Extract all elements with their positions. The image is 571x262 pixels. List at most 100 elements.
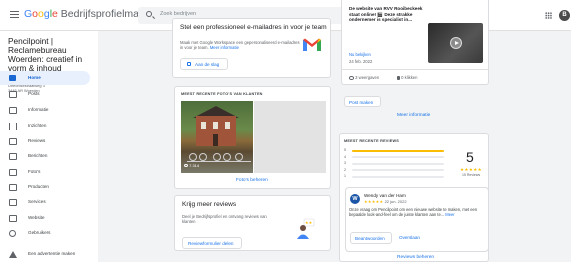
promo-more-link[interactable]: Meer informatie [210,45,239,50]
rating-bar-fill [352,149,444,152]
sidebar-item-label: Foto's [28,169,41,174]
play-icon[interactable] [450,37,462,49]
sidebar-item-label: Producten [28,184,49,189]
photo-detail [225,122,230,129]
rating-bar-track [352,156,444,158]
share-review-form-label: Reviewformulier delen [188,241,234,246]
search-icon [146,11,152,17]
review-body: Onze vraag om Pencilpoint om een nieuwe … [349,207,478,218]
promo-text: Maak met Google Workspace een gepersonal… [180,40,302,51]
photo-detail [189,153,197,161]
create-post-button[interactable]: Post maken [344,96,381,107]
post-views: 3 weergaven [349,75,379,80]
sidebar-item-users[interactable]: Gebruikers [0,226,90,240]
reply-button[interactable]: Beantwoorden [350,232,392,244]
reviewer-avatar: W [350,194,360,204]
search-placeholder: Zoek bedrijven [160,11,197,17]
get-reviews-text: Deel je Bedrijfsprofiel en ontvang revie… [182,214,267,225]
sidebar-item-info[interactable]: Informatie [0,103,90,117]
sidebar-item-ads[interactable]: Een advertentie maken [0,247,90,261]
eye-icon [349,76,354,80]
recent-reviews-title: Meest recente reviews [344,139,400,143]
photos-title: Meest recente foto's van klanten [181,92,263,96]
open-external-icon [187,62,191,66]
account-avatar[interactable]: B [559,10,570,21]
svg-text:★★: ★★ [305,220,313,225]
logo-letter: G [24,8,33,20]
review-meta: ★★★★★ 22 jun. 2022 [364,199,407,204]
click-icon [397,75,400,80]
business-name: Pencilpoint | Reclamebureau Woerden: cre… [8,36,83,73]
messages-icon [9,152,17,160]
apps-grid-icon[interactable] [545,12,552,19]
posts-icon [9,90,17,98]
sidebar-item-home[interactable]: Home [0,71,90,85]
photo-detail [213,134,218,146]
sidebar-item-website[interactable]: Website [0,211,90,225]
promo-heading: Stel een professioneel e-mailadres in vo… [180,24,327,31]
get-started-button[interactable]: Aan de slag [180,58,228,70]
insights-icon [9,122,17,130]
gmail-icon [303,38,321,51]
sidebar-item-label: Posts [28,91,40,96]
sidebar-item-posts[interactable]: Posts [0,87,90,101]
photo-detail [213,122,218,129]
share-review-form-button[interactable]: Reviewformulier delen [182,237,242,249]
sidebar-item-label: Home [28,75,41,80]
clicks-value: 0 klikken [401,75,418,80]
sidebar-item-photos[interactable]: Foto's [0,165,90,179]
rating-bar-row: 2 [344,168,444,173]
photo-detail [201,122,206,129]
photo-detail [223,153,231,161]
users-icon [9,229,16,237]
review-count: 15 Reviews [462,173,481,177]
rating-bar-track [352,169,444,171]
reviewer-name: Wendy van der Ham [364,193,406,198]
menu-icon[interactable] [10,11,19,18]
get-reviews-heading: Krijg meer reviews [182,201,237,208]
review-more-link[interactable]: Meer [445,212,454,217]
sidebar-item-label: Services [28,199,46,204]
home-icon [9,75,16,81]
rating-bar-star: 1 [344,174,346,178]
eye-icon [184,164,188,168]
post-view-link[interactable]: Nu bekijken [349,52,371,57]
sidebar-item-messages[interactable]: Berichten [0,149,90,163]
skip-button[interactable]: Overslaan [399,235,420,240]
website-icon [9,214,17,222]
sidebar-item-reviews[interactable]: Reviews [0,134,90,148]
rating-bar-star: 5 [344,148,346,152]
sidebar-item-products[interactable]: Producten [0,180,90,194]
post-title: De website van RVV Rooibeckeek staat onl… [349,6,423,23]
reply-label: Beantwoorden [355,236,385,241]
rating-bar-star: 2 [344,167,346,172]
sidebar-item-label: Berichten [28,153,48,158]
customer-photo-placeholder[interactable] [254,101,326,173]
photo-view-count: 7.314 [184,163,199,168]
rating-bar-row: 4 [344,155,444,160]
photos-icon [9,168,17,176]
photo-detail [213,153,221,161]
products-icon [9,183,17,191]
person-illustration-icon: ★★ [297,218,315,239]
post-more-info-link[interactable]: Meer informatie [397,113,430,118]
sidebar-item-insights[interactable]: Inzichten [0,119,90,133]
manage-photos-link[interactable]: Foto's beheren [236,178,268,183]
rating-bar-track [352,175,444,178]
rating-bar-star: 3 [344,161,346,165]
views-value: 3 weergaven [355,75,380,80]
create-post-label: Post maken [349,100,374,105]
manage-reviews-link[interactable]: Reviews beheren [397,255,434,260]
post-clicks: 0 klikken [397,75,417,80]
view-count-value: 7.314 [189,163,200,168]
review-text: Onze vraag om Pencilpoint om een nieuwe … [349,207,487,217]
rating-bar-row: 3 [344,161,444,166]
sidebar-item-services[interactable]: Services [0,195,90,209]
services-icon [9,198,17,206]
rating-bar-row: 5 [344,148,444,153]
rating-bar-star: 4 [344,154,346,159]
sidebar-item-label: Inzichten [28,123,47,128]
average-rating: 5 [466,149,474,165]
rating-bar-track [352,149,444,152]
post-date: 24 feb. 2022 [349,59,373,64]
